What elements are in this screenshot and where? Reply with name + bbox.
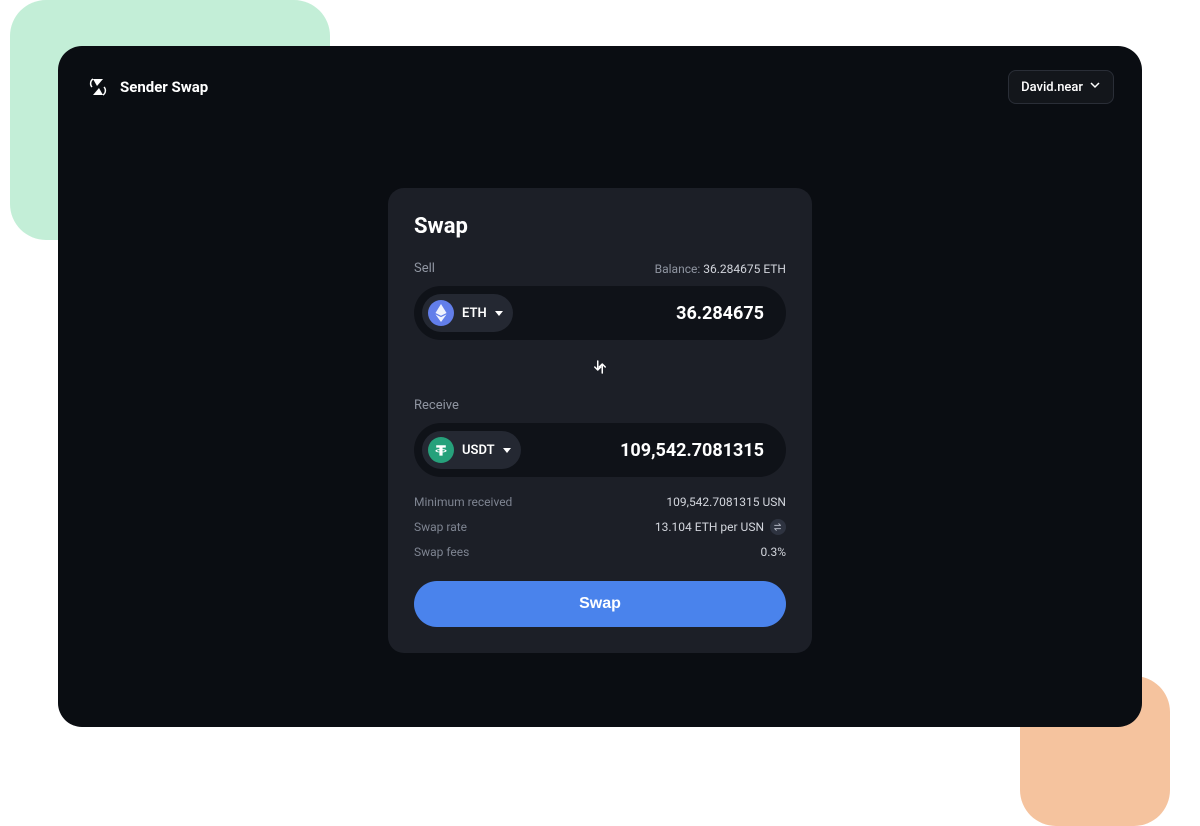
app-header: Sender Swap David.near: [86, 70, 1114, 104]
receive-token-symbol: USDT: [462, 443, 495, 458]
receive-token-row: USDT 109,542.7081315: [414, 423, 786, 477]
receive-token-selector[interactable]: USDT: [422, 431, 521, 469]
rate-toggle-button[interactable]: [770, 519, 786, 535]
caret-down-icon: [495, 311, 503, 316]
swap-details: Minimum received 109,542.7081315 USN Swa…: [414, 495, 786, 559]
swap-fees-label: Swap fees: [414, 545, 469, 559]
swap-fees-value: 0.3%: [761, 545, 786, 559]
caret-down-icon: [503, 448, 511, 453]
sell-token-selector[interactable]: ETH: [422, 294, 513, 332]
swap-fees-row: Swap fees 0.3%: [414, 545, 786, 559]
receive-section-head: Receive: [414, 398, 786, 413]
account-selector[interactable]: David.near: [1008, 70, 1114, 104]
balance-value: 36.284675 ETH: [703, 262, 786, 276]
app-logo-icon: [86, 75, 110, 99]
account-label: David.near: [1021, 80, 1083, 95]
receive-amount[interactable]: 109,542.7081315: [620, 440, 778, 461]
swap-button[interactable]: Swap: [414, 581, 786, 627]
app-window: Sender Swap David.near Swap Sell Balance…: [58, 46, 1142, 727]
min-received-value: 109,542.7081315 USN: [666, 495, 786, 509]
min-received-row: Minimum received 109,542.7081315 USN: [414, 495, 786, 509]
ethereum-icon: [428, 300, 454, 326]
min-received-label: Minimum received: [414, 495, 512, 509]
sell-token-symbol: ETH: [462, 306, 487, 321]
app-title: Sender Swap: [120, 78, 208, 96]
tether-icon: [428, 437, 454, 463]
swap-card: Swap Sell Balance: 36.284675 ETH ETH 36.…: [388, 188, 812, 653]
swap-direction-button[interactable]: [587, 354, 613, 384]
swap-arrows-icon: [591, 358, 609, 376]
card-title: Swap: [414, 214, 786, 239]
sell-amount[interactable]: 36.284675: [676, 303, 778, 324]
balance-text: Balance: 36.284675 ETH: [655, 262, 786, 276]
swap-rate-label: Swap rate: [414, 520, 467, 534]
sell-section-head: Sell Balance: 36.284675 ETH: [414, 261, 786, 276]
swap-direction-wrap: [414, 354, 786, 384]
logo-group: Sender Swap: [86, 75, 208, 99]
swap-rate-value: 13.104 ETH per USN: [655, 520, 764, 534]
swap-horizontal-icon: [773, 522, 783, 532]
chevron-down-icon: [1089, 79, 1101, 95]
receive-label: Receive: [414, 398, 459, 413]
sell-label: Sell: [414, 261, 435, 276]
sell-token-row: ETH 36.284675: [414, 286, 786, 340]
swap-rate-row: Swap rate 13.104 ETH per USN: [414, 519, 786, 535]
balance-prefix: Balance:: [655, 262, 704, 276]
